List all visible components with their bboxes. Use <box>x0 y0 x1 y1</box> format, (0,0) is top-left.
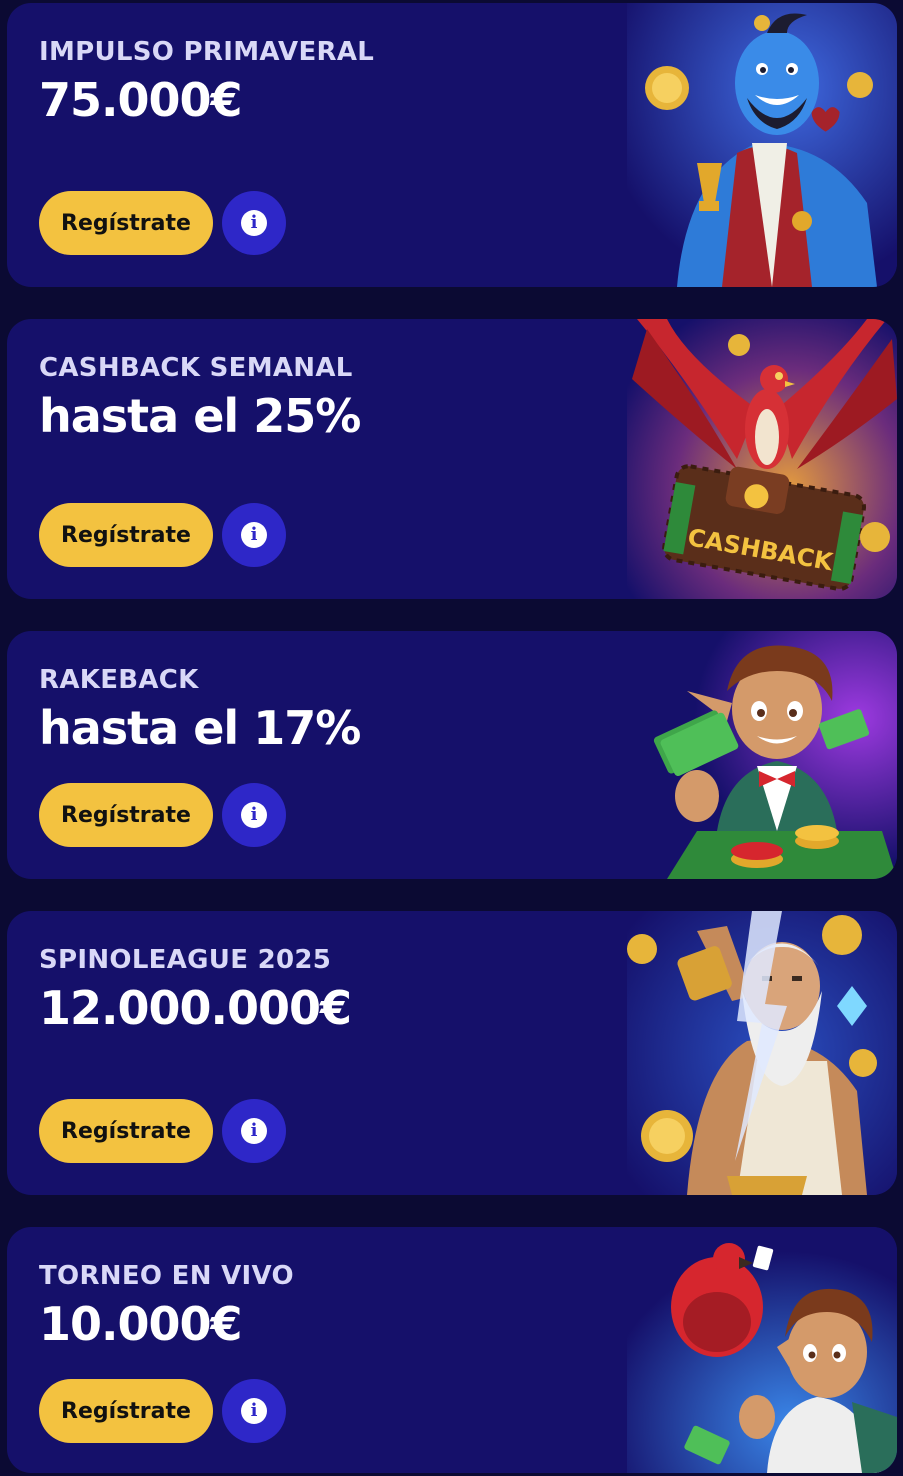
promo-title: CASHBACK SEMANAL <box>39 353 353 383</box>
promo-card-torneo-en-vivo: TORNEO EN VIVO 10.000€ Regístrate i <box>7 1227 897 1473</box>
info-icon: i <box>241 210 267 236</box>
phoenix-cashback-illustration: CASHBACK <box>627 319 897 599</box>
register-button[interactable]: Regístrate <box>39 783 213 847</box>
promo-title: RAKEBACK <box>39 665 199 695</box>
info-button[interactable]: i <box>222 191 286 255</box>
info-icon: i <box>241 1118 267 1144</box>
parrot-elf-illustration <box>627 1227 897 1473</box>
info-button[interactable]: i <box>222 783 286 847</box>
register-button[interactable]: Regístrate <box>39 1099 213 1163</box>
info-button[interactable]: i <box>222 503 286 567</box>
promo-amount: 10.000€ <box>39 1297 243 1351</box>
promo-card-impulso-primaveral: IMPULSO PRIMAVERAL 75.000€ Regístrate i <box>7 3 897 287</box>
promo-card-cashback-semanal: CASHBACK CASHBACK SEMANAL hasta el 25% R… <box>7 319 897 599</box>
register-button[interactable]: Regístrate <box>39 503 213 567</box>
info-icon: i <box>241 802 267 828</box>
zeus-illustration <box>627 911 897 1195</box>
promo-amount: 12.000.000€ <box>39 981 352 1035</box>
promo-amount: hasta el 17% <box>39 701 361 755</box>
genie-illustration <box>627 3 897 287</box>
info-button[interactable]: i <box>222 1099 286 1163</box>
promo-title: IMPULSO PRIMAVERAL <box>39 37 375 67</box>
promo-title: TORNEO EN VIVO <box>39 1261 294 1291</box>
info-icon: i <box>241 1398 267 1424</box>
promo-card-rakeback: RAKEBACK hasta el 17% Regístrate i <box>7 631 897 879</box>
promo-card-spinoleague: SPINOLEAGUE 2025 12.000.000€ Regístrate … <box>7 911 897 1195</box>
register-button[interactable]: Regístrate <box>39 1379 213 1443</box>
elf-cash-illustration <box>627 631 897 879</box>
register-button[interactable]: Regístrate <box>39 191 213 255</box>
info-icon: i <box>241 522 267 548</box>
promo-amount: hasta el 25% <box>39 389 361 443</box>
promo-title: SPINOLEAGUE 2025 <box>39 945 332 975</box>
promo-amount: 75.000€ <box>39 73 243 127</box>
info-button[interactable]: i <box>222 1379 286 1443</box>
